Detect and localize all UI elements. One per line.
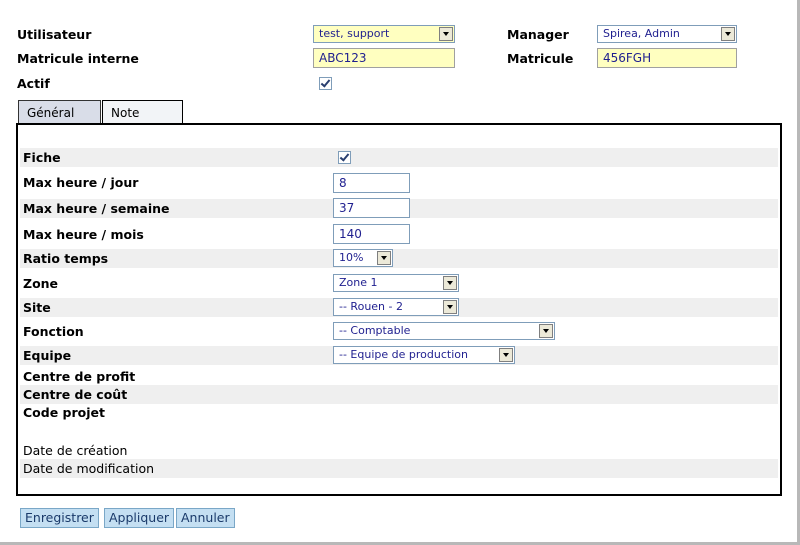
row-site: Site -- Rouen - 2 xyxy=(20,298,778,317)
actif-checkbox[interactable] xyxy=(319,77,332,90)
chevron-down-icon[interactable] xyxy=(721,27,735,41)
fonction-select[interactable]: -- Comptable xyxy=(333,322,555,340)
manager-label: Manager xyxy=(507,27,569,42)
apply-button[interactable]: Appliquer xyxy=(104,508,175,528)
row-centre-profit: Centre de profit xyxy=(20,367,778,386)
centre-cout-value xyxy=(331,385,778,404)
cancel-button[interactable]: Annuler xyxy=(176,508,235,528)
row-ratio: Ratio temps 10% xyxy=(20,249,778,268)
row-max-mois: Max heure / mois 140 xyxy=(20,224,778,244)
zone-value: Zone 1 xyxy=(339,276,378,289)
row-centre-cout: Centre de coût xyxy=(20,385,778,404)
chevron-down-icon[interactable] xyxy=(443,300,457,314)
code-projet-label: Code projet xyxy=(23,405,105,420)
date-creation-label: Date de création xyxy=(23,443,128,458)
manager-value: Spirea, Admin xyxy=(603,27,680,40)
site-label: Site xyxy=(23,300,51,315)
row-equipe: Equipe -- Equipe de production xyxy=(20,346,778,365)
ratio-select[interactable]: 10% xyxy=(333,249,393,267)
site-value: -- Rouen - 2 xyxy=(339,300,403,313)
ratio-label: Ratio temps xyxy=(23,251,109,266)
ratio-value: 10% xyxy=(339,251,364,264)
fiche-label: Fiche xyxy=(23,150,61,165)
zone-select[interactable]: Zone 1 xyxy=(333,274,459,292)
matricule-input[interactable]: 456FGH xyxy=(597,48,737,68)
matricule-interne-input[interactable]: ABC123 xyxy=(313,48,455,68)
max-mois-label: Max heure / mois xyxy=(23,227,144,242)
zone-label: Zone xyxy=(23,276,59,291)
manager-select[interactable]: Spirea, Admin xyxy=(597,25,737,43)
tab-general[interactable]: Général xyxy=(18,100,101,123)
fonction-label: Fonction xyxy=(23,324,84,339)
centre-profit-label: Centre de profit xyxy=(23,369,136,384)
centre-cout-label: Centre de coût xyxy=(23,387,128,402)
row-max-semaine: Max heure / semaine 37 xyxy=(20,198,778,218)
fiche-checkbox[interactable] xyxy=(338,151,351,164)
chevron-down-icon[interactable] xyxy=(539,324,553,338)
row-zone: Zone Zone 1 xyxy=(20,274,778,293)
equipe-label: Equipe xyxy=(23,348,72,363)
date-modification-label: Date de modification xyxy=(23,461,155,476)
chevron-down-icon[interactable] xyxy=(499,348,513,362)
row-code-projet: Code projet xyxy=(20,403,778,422)
utilisateur-value: test, support xyxy=(319,27,390,40)
chevron-down-icon[interactable] xyxy=(443,276,457,290)
max-semaine-input[interactable]: 37 xyxy=(333,198,410,218)
save-button[interactable]: Enregistrer xyxy=(20,508,99,528)
tab-note[interactable]: Note xyxy=(102,100,183,123)
max-jour-input[interactable]: 8 xyxy=(333,173,410,193)
utilisateur-label: Utilisateur xyxy=(17,27,92,42)
site-select[interactable]: -- Rouen - 2 xyxy=(333,298,459,316)
row-fiche: Fiche xyxy=(20,148,778,167)
matricule-interne-label: Matricule interne xyxy=(17,51,139,66)
general-panel: Fiche Max heure / jour 8 Max heure / sem… xyxy=(16,123,782,496)
fonction-value: -- Comptable xyxy=(339,324,411,337)
row-max-jour: Max heure / jour 8 xyxy=(20,173,778,193)
row-date-modification: Date de modification xyxy=(20,459,778,478)
max-semaine-label: Max heure / semaine xyxy=(23,201,170,216)
max-jour-label: Max heure / jour xyxy=(23,175,139,190)
chevron-down-icon[interactable] xyxy=(439,27,453,41)
equipe-value: -- Equipe de production xyxy=(339,348,468,361)
row-fonction: Fonction -- Comptable xyxy=(20,322,778,341)
max-mois-input[interactable]: 140 xyxy=(333,224,410,244)
row-date-creation: Date de création xyxy=(20,441,778,460)
matricule-label: Matricule xyxy=(507,51,574,66)
equipe-select[interactable]: -- Equipe de production xyxy=(333,346,515,364)
chevron-down-icon[interactable] xyxy=(377,251,391,265)
actif-label: Actif xyxy=(17,76,50,91)
utilisateur-select[interactable]: test, support xyxy=(313,25,455,43)
